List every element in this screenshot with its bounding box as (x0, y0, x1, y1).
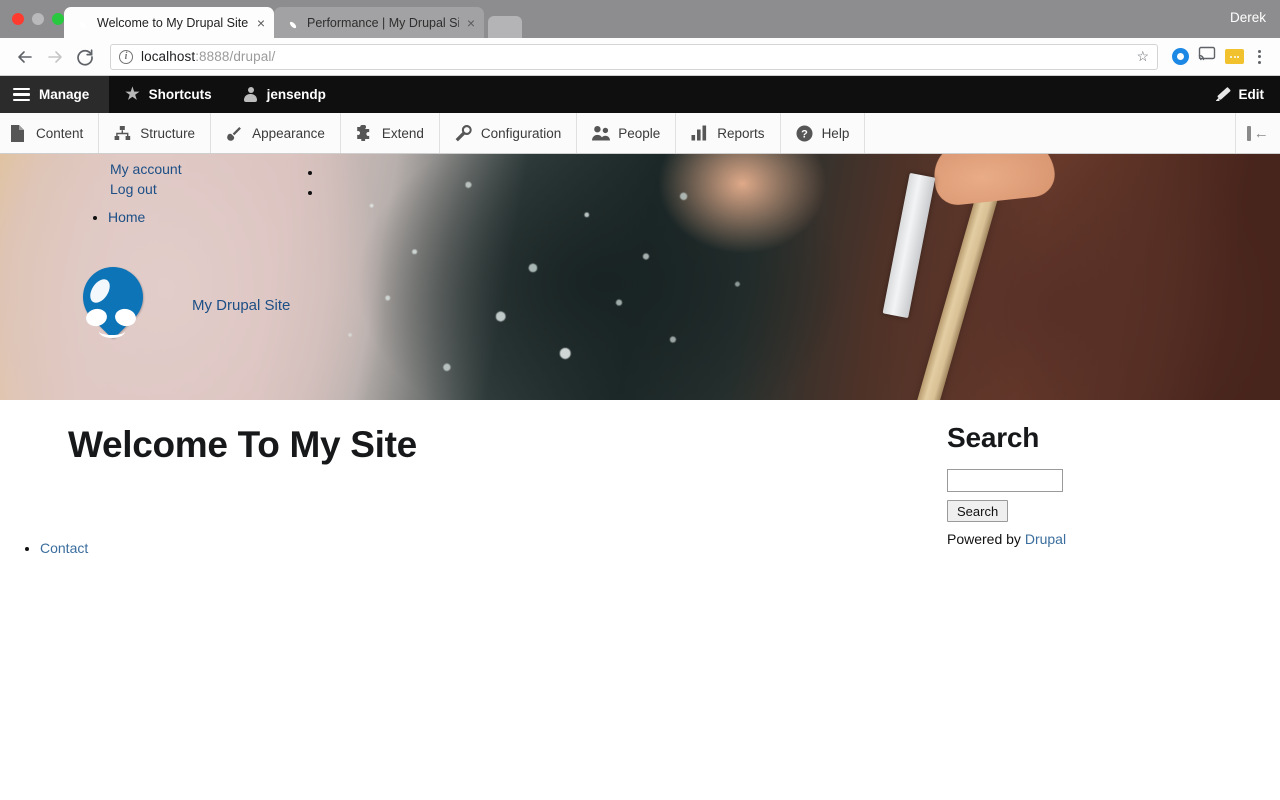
pencil-icon (1216, 87, 1231, 102)
shortcuts-button[interactable]: ★ Shortcuts (109, 76, 227, 113)
my-account-link[interactable]: My account (110, 159, 182, 179)
footer-menu: Contact (26, 540, 88, 556)
menu-item-content[interactable]: Content (0, 113, 100, 153)
page-title: Welcome To My Site (68, 424, 417, 465)
drupal-logo-icon[interactable] (70, 254, 156, 351)
user-avatar-icon (244, 87, 258, 102)
powered-by-text: Powered by Drupal (947, 531, 1197, 547)
manage-button[interactable]: Manage (0, 76, 110, 113)
back-button[interactable] (10, 42, 40, 72)
hero-empty-bullet-list (315, 162, 323, 202)
sidebar-search-block: Search Search Powered by Drupal (947, 422, 1197, 547)
menu-item-configuration[interactable]: Configuration (440, 113, 578, 153)
puzzle-icon (356, 124, 373, 142)
drupal-admin-bar: Manage ★ Shortcuts jensendp Edit (0, 76, 1280, 113)
question-icon: ? (796, 125, 813, 142)
close-tab-icon[interactable]: × (467, 16, 475, 30)
extension-circle-icon[interactable] (1172, 48, 1189, 65)
toolbar-orientation-toggle[interactable]: ← (1236, 113, 1280, 153)
menu-item-people[interactable]: People (577, 113, 677, 153)
address-bar[interactable]: i localhost:8888/drupal/ ☆ (110, 43, 1158, 70)
menu-item-label: People (618, 125, 661, 141)
minimize-window-button[interactable] (32, 13, 44, 25)
reload-button[interactable] (70, 42, 100, 72)
svg-text:?: ? (801, 128, 808, 140)
star-icon: ★ (125, 85, 140, 103)
browser-tab-welcome[interactable]: Welcome to My Drupal Site | M × (64, 7, 274, 38)
people-icon (592, 125, 611, 142)
hamburger-icon (13, 87, 30, 102)
close-tab-icon[interactable]: × (257, 16, 265, 30)
menu-item-label: Appearance (252, 125, 325, 141)
hierarchy-icon (114, 125, 131, 142)
site-branding[interactable]: My Drupal Site (70, 254, 290, 351)
menu-item-help[interactable]: ? Help (781, 113, 866, 153)
collapse-left-icon: ← (1247, 125, 1269, 141)
site-info-icon[interactable]: i (119, 49, 133, 64)
browser-toolbar: i localhost:8888/drupal/ ☆ (0, 38, 1280, 76)
menu-item-structure[interactable]: Structure (99, 113, 212, 153)
menu-item-label: Content (36, 125, 84, 141)
menu-item-label: Help (821, 125, 850, 141)
drupal-link[interactable]: Drupal (1025, 531, 1066, 547)
password-manager-icon[interactable] (1225, 49, 1244, 64)
close-window-button[interactable] (12, 13, 24, 25)
page-content: Welcome To My Site Contact Search Search… (0, 400, 1280, 800)
forward-button[interactable] (40, 42, 70, 72)
home-link[interactable]: Home (108, 209, 145, 225)
browser-chrome: Welcome to My Drupal Site | M × Performa… (0, 0, 1280, 76)
search-heading: Search (947, 422, 1040, 453)
address-bar-url: localhost:8888/drupal/ (141, 49, 276, 64)
tab-strip: Welcome to My Drupal Site | M × Performa… (64, 6, 522, 38)
drupal-favicon-icon (286, 16, 300, 30)
site-name-link[interactable]: My Drupal Site (192, 297, 290, 314)
drupal-admin-menu: Content Structure Appearance Extend Conf… (0, 113, 1280, 154)
new-tab-button[interactable] (488, 16, 522, 38)
wrench-icon (455, 124, 472, 142)
paintbrush-icon (226, 125, 243, 142)
barchart-icon (691, 125, 708, 142)
manage-label: Manage (39, 87, 90, 102)
menu-item-label: Extend (381, 125, 424, 141)
cast-icon[interactable] (1198, 46, 1216, 67)
primary-menu: Home (96, 209, 145, 225)
edit-button[interactable]: Edit (1200, 76, 1280, 113)
bookmark-star-icon[interactable]: ☆ (1136, 48, 1149, 65)
browser-tab-performance[interactable]: Performance | My Drupal Site × (274, 7, 484, 38)
shortcuts-label: Shortcuts (148, 87, 212, 102)
menu-item-label: Structure (140, 125, 196, 141)
browser-titlebar: Welcome to My Drupal Site | M × Performa… (0, 0, 1280, 38)
search-input[interactable] (947, 469, 1063, 492)
menu-item-extend[interactable]: Extend (341, 113, 440, 153)
list-item: Contact (40, 540, 88, 556)
menu-item-appearance[interactable]: Appearance (211, 113, 341, 153)
document-icon (10, 124, 27, 142)
tab-title: Welcome to My Drupal Site | M (97, 15, 249, 30)
user-name-label: jensendp (266, 87, 326, 102)
list-item: Home (108, 209, 145, 225)
contact-link[interactable]: Contact (40, 540, 88, 556)
menu-item-reports[interactable]: Reports (676, 113, 781, 153)
drupal-favicon-icon (76, 16, 90, 30)
search-button[interactable]: Search (947, 500, 1009, 522)
edit-label: Edit (1238, 87, 1265, 102)
extension-icons (1172, 46, 1244, 67)
powered-prefix: Powered by (947, 531, 1025, 547)
browser-menu-button[interactable] (1248, 44, 1270, 70)
user-account-button[interactable]: jensendp (228, 76, 342, 113)
maximize-window-button[interactable] (52, 13, 64, 25)
account-links: My account Log out (110, 159, 182, 199)
log-out-link[interactable]: Log out (110, 179, 182, 199)
menu-item-label: Configuration (480, 125, 562, 141)
hero-banner: My account Log out Home My Drupal Site (0, 154, 1280, 400)
tab-title: Performance | My Drupal Site (307, 15, 459, 30)
browser-profile-name[interactable]: Derek (1230, 10, 1266, 25)
menu-item-label: Reports (717, 125, 765, 141)
menu-spacer (865, 113, 1236, 153)
window-traffic-lights (12, 13, 64, 25)
